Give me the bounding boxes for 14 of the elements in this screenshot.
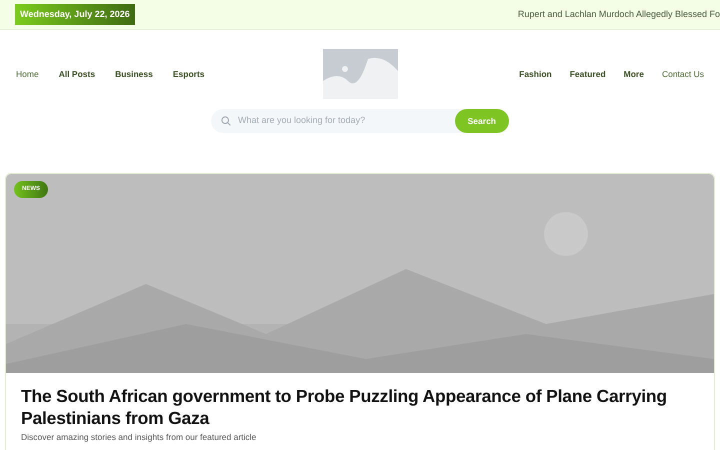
date-label: Wednesday, July 22, 2026 <box>15 4 135 26</box>
news-ticker[interactable]: Rupert and Lachlan Murdoch Allegedly Blessed Fo <box>518 8 720 22</box>
image-placeholder-icon[interactable] <box>322 49 398 99</box>
nav-link[interactable]: Home <box>16 68 39 80</box>
nav-link[interactable]: Fashion <box>519 68 552 80</box>
nav-link[interactable]: More <box>624 68 644 80</box>
article-excerpt: Discover amazing stories and insights from our featured article <box>21 432 258 442</box>
search-icon <box>221 116 231 126</box>
nav-link[interactable]: All Posts <box>58 68 96 80</box>
nav-link[interactable]: Featured <box>570 68 606 80</box>
nav-link[interactable]: Business <box>115 68 153 80</box>
nav-link[interactable]: Contact Us <box>662 68 704 80</box>
nav-link[interactable]: Esports <box>172 68 205 80</box>
article-title[interactable]: The South African government to Probe Puzzling Appearance of Plane Carrying Palestinians from Gaza <box>21 385 699 429</box>
